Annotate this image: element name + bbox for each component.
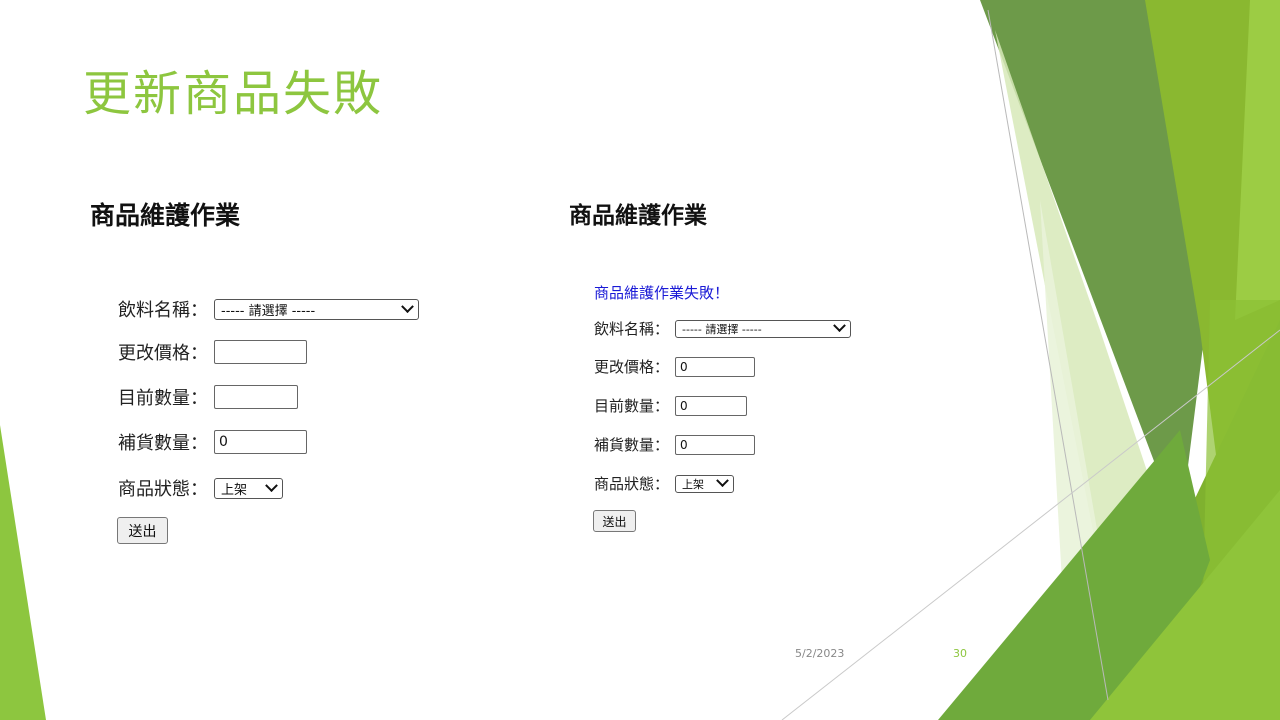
error-message: 商品維護作業失敗！ [594,284,730,302]
left-status-row: 商品狀態： 上架 [118,475,283,501]
submit-button[interactable]: 送出 [593,510,636,532]
price-input[interactable] [214,340,307,364]
price-label: 更改價格： [118,343,208,364]
drink-label: 飲料名稱： [118,300,208,321]
left-drink-row: 飲料名稱： ----- 請選擇 ----- [118,296,419,322]
left-restock-row: 補貨數量： 0 [118,429,307,455]
right-panel-heading: 商品維護作業 [569,203,707,229]
restock-label: 補貨數量： [594,436,670,454]
drink-select-value: ----- 請選擇 ----- [682,322,762,336]
drink-select[interactable]: ----- 請選擇 ----- [214,298,419,320]
restock-label: 補貨數量： [118,433,208,454]
status-select[interactable]: 上架 [214,477,283,499]
qty-label: 目前數量： [594,397,670,415]
right-drink-row: 飲料名稱： ----- 請選擇 ----- [594,318,852,339]
status-select[interactable]: 上架 [675,474,735,493]
qty-input[interactable] [214,385,298,409]
left-price-row: 更改價格： [118,339,307,365]
left-qty-row: 目前數量： [118,384,298,410]
right-qty-row: 目前數量： 0 [594,395,748,416]
status-label: 商品狀態： [118,479,208,500]
footer-date: 5/2/2023 [795,647,845,660]
right-restock-row: 補貨數量： 0 [594,434,756,455]
drink-select-value: ----- 請選擇 ----- [221,303,316,319]
price-input[interactable]: 0 [675,356,756,377]
right-price-row: 更改價格： 0 [594,356,756,377]
footer-page-number: 30 [953,647,967,660]
chevron-down-icon [265,478,278,492]
restock-input[interactable]: 0 [214,430,307,454]
drink-label: 飲料名稱： [594,320,670,338]
drink-select[interactable]: ----- 請選擇 ----- [675,319,852,338]
chevron-down-icon [401,299,414,313]
left-panel-heading: 商品維護作業 [90,201,241,230]
right-status-row: 商品狀態： 上架 [594,473,735,494]
restock-input[interactable]: 0 [675,434,756,455]
status-select-value: 上架 [682,477,705,491]
qty-label: 目前數量： [118,388,208,409]
status-label: 商品狀態： [594,475,670,493]
qty-input[interactable]: 0 [675,395,748,416]
price-label: 更改價格： [594,358,670,376]
submit-button[interactable]: 送出 [117,517,168,544]
chevron-down-icon [833,319,846,333]
chevron-down-icon [716,474,729,488]
status-select-value: 上架 [221,482,248,498]
slide-title: 更新商品失敗 [83,66,384,122]
